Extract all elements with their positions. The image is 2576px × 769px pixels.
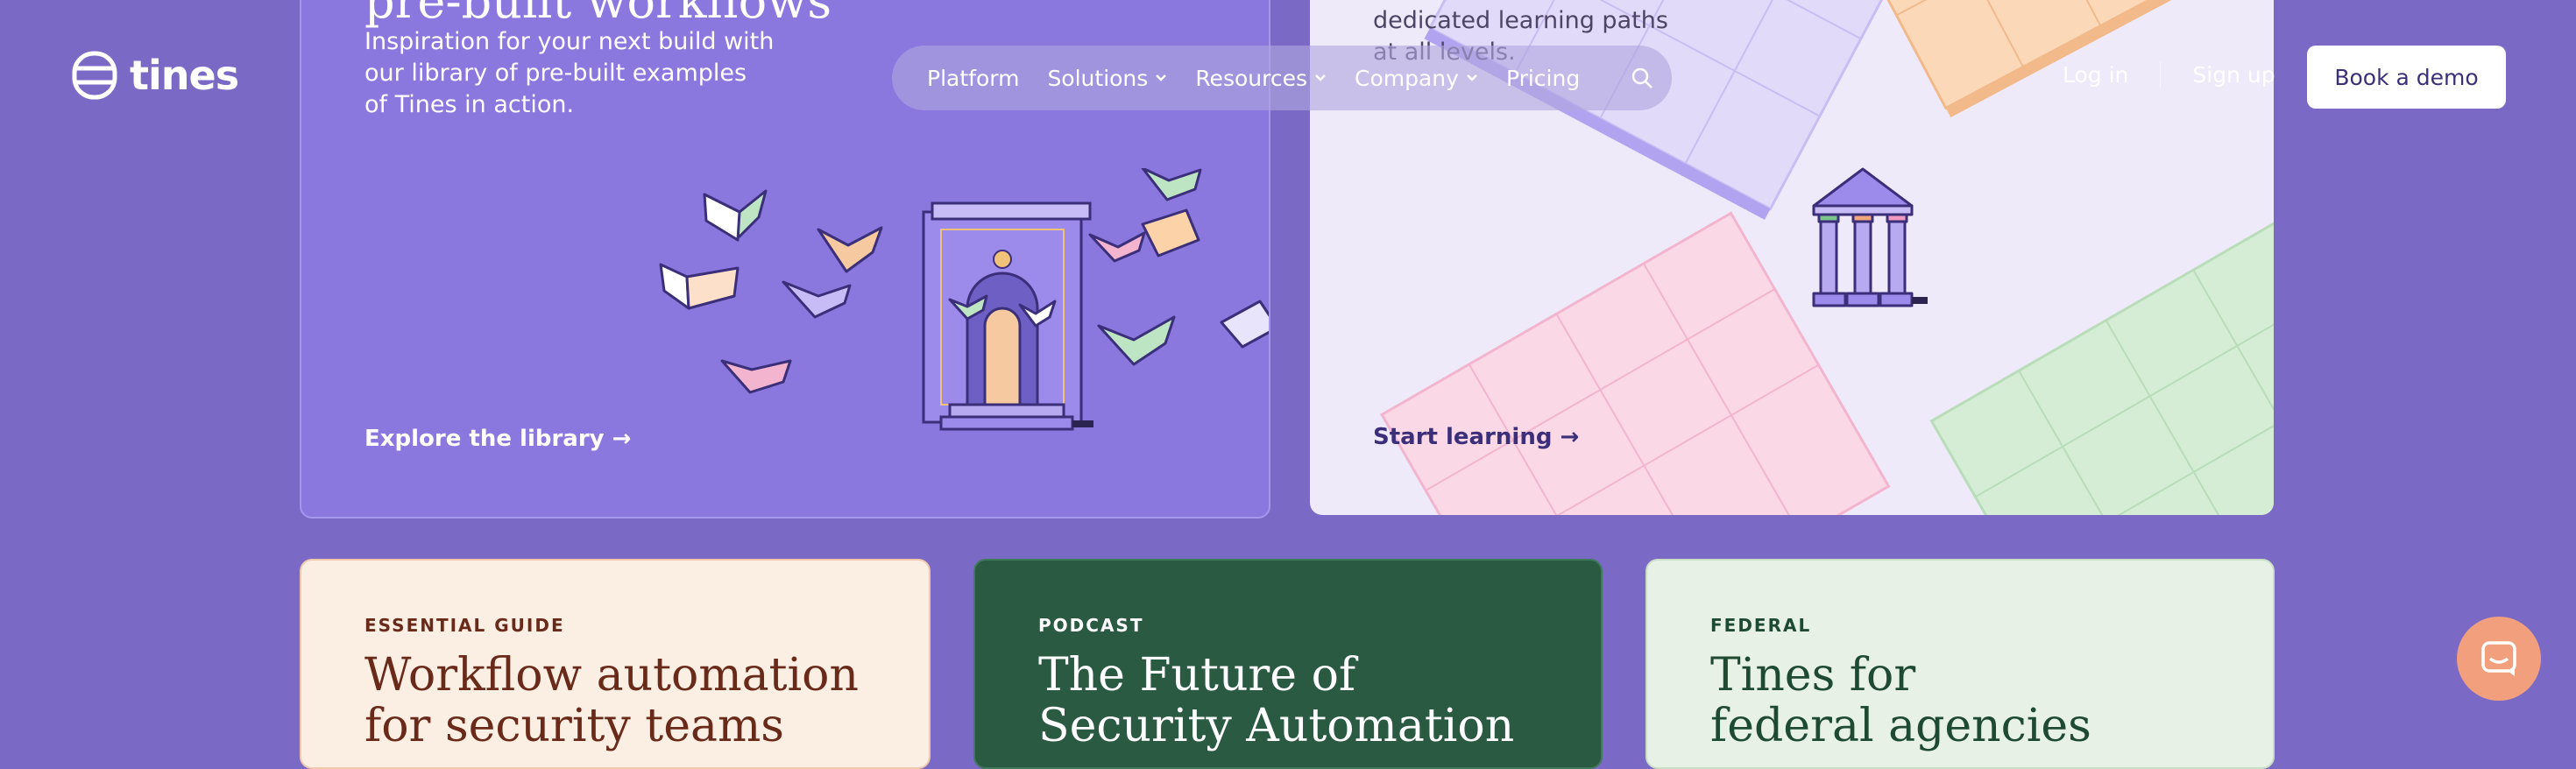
- start-learning-link[interactable]: Start learning →: [1373, 424, 1579, 450]
- chat-button[interactable]: [2457, 617, 2541, 701]
- auth-links: Log in Sign up: [2063, 61, 2275, 88]
- main-nav: Platform Solutions Resources Company Pri…: [892, 46, 1672, 110]
- auth-divider: [2160, 61, 2162, 88]
- library-heading: pre-built workflows: [364, 0, 832, 29]
- chevron-down-icon: [1467, 74, 1477, 81]
- search-icon: [1631, 67, 1653, 88]
- card-title-line: federal agencies: [1710, 700, 2091, 752]
- nav-label: Resources: [1195, 65, 1307, 91]
- nav-resources[interactable]: Resources: [1195, 66, 1327, 91]
- card-title-line: Security Automation: [1038, 700, 1515, 752]
- temple-illustration: [1812, 167, 1928, 307]
- book-demo-button[interactable]: Book a demo: [2307, 46, 2506, 109]
- card-tag: ESSENTIAL GUIDE: [364, 615, 565, 636]
- card-title: Workflow automation for security teams: [364, 650, 929, 751]
- card-title: Tines for federal agencies: [1710, 650, 2273, 751]
- nav-label: Company: [1355, 65, 1459, 91]
- nav-company[interactable]: Company: [1355, 66, 1478, 91]
- library-description: Inspiration for your next build with our…: [364, 28, 775, 118]
- podcast-card[interactable]: PODCAST The Future of Security Automatio…: [973, 559, 1603, 769]
- card-tag: PODCAST: [1038, 615, 1144, 636]
- nav-label: Solutions: [1047, 65, 1149, 91]
- tines-logo[interactable]: tines: [72, 51, 239, 100]
- card-title-line: The Future of: [1038, 649, 1356, 702]
- card-title-line: Workflow automation: [364, 649, 859, 702]
- explore-library-link[interactable]: Explore the library →: [364, 426, 631, 452]
- essential-guide-card[interactable]: ESSENTIAL GUIDE Workflow automation for …: [300, 559, 931, 769]
- doorway-building: [922, 201, 1093, 431]
- chevron-down-icon: [1156, 74, 1167, 81]
- logo-wordmark: tines: [130, 52, 239, 99]
- library-illustration: [659, 168, 1269, 431]
- nav-label: Pricing: [1505, 65, 1581, 91]
- federal-card[interactable]: FEDERAL Tines for federal agencies: [1645, 559, 2275, 769]
- learning-description-line: dedicated learning paths: [1373, 7, 1668, 34]
- tines-logo-icon: [72, 51, 117, 100]
- card-title: The Future of Security Automation: [1038, 650, 1601, 751]
- nav-platform[interactable]: Platform: [927, 66, 1019, 91]
- login-link[interactable]: Log in: [2063, 62, 2128, 88]
- card-tag: FEDERAL: [1710, 615, 1812, 636]
- card-title-line: Tines for: [1710, 649, 1916, 702]
- chat-icon: [2481, 641, 2516, 676]
- nav-pricing[interactable]: Pricing: [1506, 66, 1580, 91]
- signup-link[interactable]: Sign up: [2192, 62, 2275, 88]
- chevron-down-icon: [1315, 74, 1326, 81]
- nav-label: Platform: [927, 65, 1020, 91]
- search-button[interactable]: [1631, 67, 1653, 89]
- nav-solutions[interactable]: Solutions: [1047, 66, 1167, 91]
- card-title-line: for security teams: [364, 700, 784, 752]
